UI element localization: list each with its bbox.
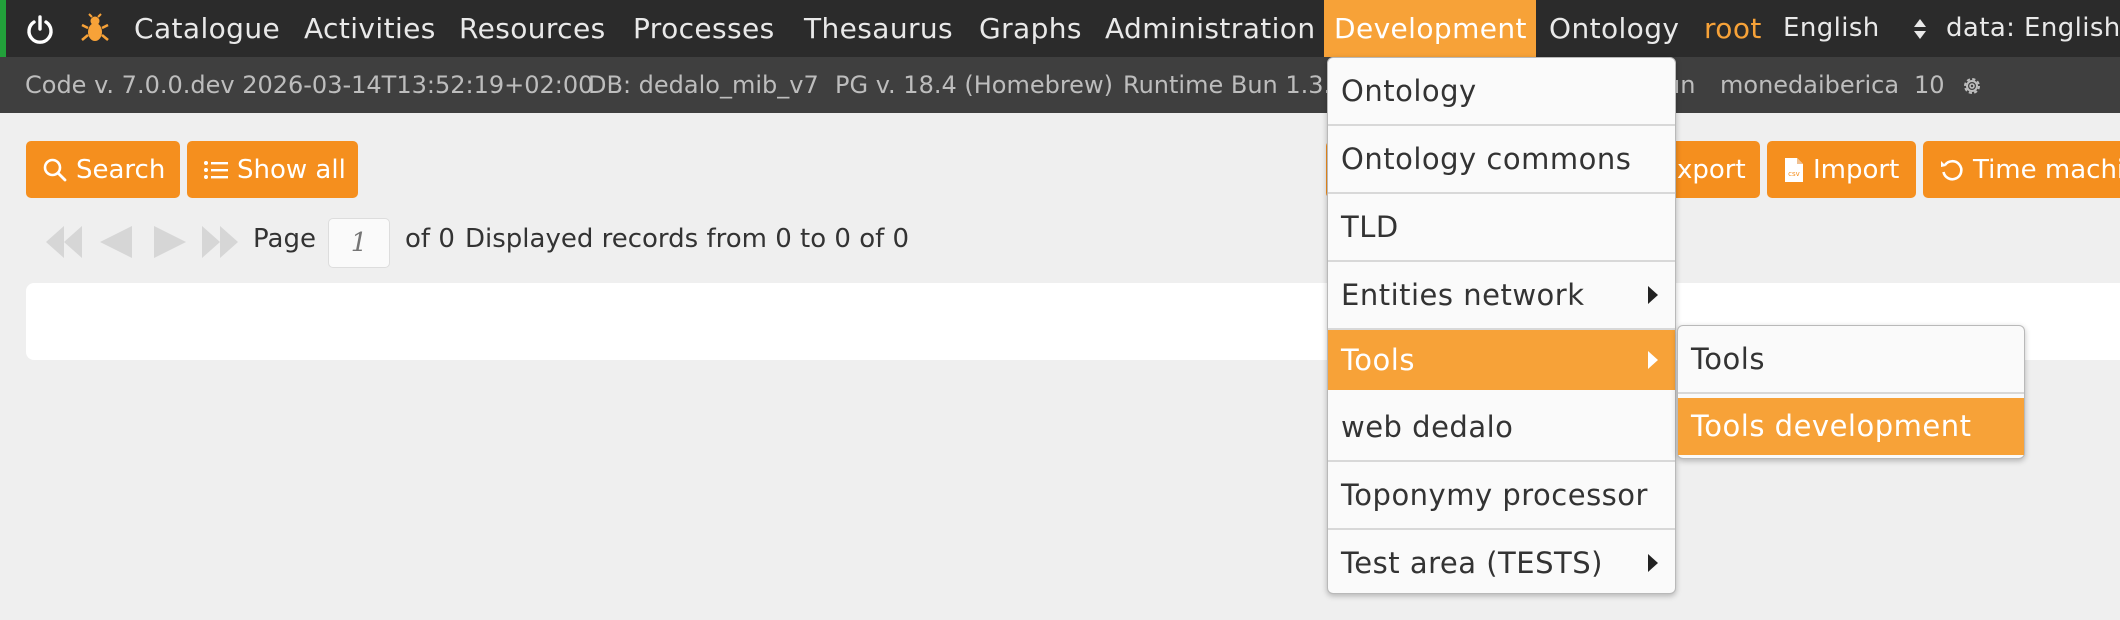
development-dropdown: Ontology Ontology commons TLD Entities n… [1327, 57, 1676, 594]
caret-right-icon [1648, 554, 1658, 572]
search-icon [42, 157, 68, 183]
power-icon[interactable] [24, 13, 56, 45]
submenu-item-tools-development[interactable]: Tools development [1678, 398, 2024, 455]
menu-item-resources[interactable]: Resources [459, 0, 606, 57]
submenu-item-label: Tools development [1691, 409, 1972, 443]
export-button-label: xport [1677, 154, 1746, 185]
gear-icon[interactable] [1958, 72, 1986, 100]
caret-right-icon [1648, 286, 1658, 304]
menu-item-processes[interactable]: Processes [633, 0, 775, 57]
dropdown-item-label: Test area (TESTS) [1341, 546, 1603, 580]
history-icon [1939, 157, 1965, 183]
dropdown-item-test-area[interactable]: Test area (TESTS) [1328, 530, 1675, 596]
user-name[interactable]: root [1704, 0, 1762, 57]
dropdown-item-ontology[interactable]: Ontology [1328, 58, 1675, 124]
import-button-label: Import [1813, 154, 1900, 185]
menu-item-development[interactable]: Development [1324, 0, 1536, 57]
last-page-icon[interactable] [198, 220, 242, 268]
first-page-icon[interactable] [42, 220, 86, 268]
page-total: of 0 [405, 224, 455, 254]
count-value: 10 [1914, 71, 1945, 99]
svg-text:csv: csv [1788, 170, 1800, 178]
list-icon [203, 159, 229, 181]
code-version: Code v. 7.0.0.dev 2026-03-14T13:52:19+02… [25, 71, 594, 99]
menu-item-ontology[interactable]: Ontology [1549, 0, 1679, 57]
time-machine-button-label: Time machi [1973, 154, 2120, 185]
dropdown-item-label: web dedalo [1341, 410, 1514, 444]
pg-version: PG v. 18.4 (Homebrew) [835, 71, 1113, 99]
entity-name: monedaiberica [1720, 71, 1900, 99]
search-button[interactable]: Search [26, 141, 180, 198]
dropdown-item-web-dedalo[interactable]: web dedalo [1328, 394, 1675, 460]
data-language-selector[interactable]: data: English [1946, 0, 2120, 57]
dropdown-item-toponymy-processor[interactable]: Toponymy processor [1328, 462, 1675, 528]
import-button[interactable]: csv Import [1767, 141, 1916, 198]
submenu-item-label: Tools [1691, 342, 1765, 376]
dropdown-item-entities-network[interactable]: Entities network [1328, 262, 1675, 328]
menu-item-administration[interactable]: Administration [1105, 0, 1316, 57]
menu-item-activities[interactable]: Activities [304, 0, 436, 57]
menu-item-thesaurus[interactable]: Thesaurus [804, 0, 953, 57]
search-button-label: Search [76, 154, 166, 185]
db-name: DB: dedalo_mib_v7 [588, 71, 819, 99]
dropdown-item-label: TLD [1341, 210, 1399, 244]
show-all-button[interactable]: Show all [187, 141, 358, 198]
page-label: Page [253, 224, 316, 254]
status-indicator [0, 0, 6, 57]
tools-submenu: Tools Tools development [1677, 325, 2025, 459]
dropdown-item-label: Ontology commons [1341, 142, 1632, 176]
runtime-version: Runtime Bun 1.3.9 [1123, 71, 1347, 99]
menu-item-catalogue[interactable]: Catalogue [134, 0, 280, 57]
dropdown-item-label: Entities network [1341, 278, 1585, 312]
dropdown-item-ontology-commons[interactable]: Ontology commons [1328, 126, 1675, 192]
submenu-divider [1678, 392, 2024, 394]
language-selector[interactable]: English [1783, 0, 1880, 57]
sort-icon[interactable] [1910, 16, 1930, 42]
prev-page-icon[interactable] [96, 220, 136, 268]
page-number-input[interactable] [328, 218, 390, 268]
dropdown-item-label: Ontology [1341, 74, 1477, 108]
menu-item-graphs[interactable]: Graphs [979, 0, 1082, 57]
dropdown-item-label: Tools [1341, 343, 1415, 377]
next-page-icon[interactable] [150, 220, 190, 268]
submenu-item-tools[interactable]: Tools [1678, 326, 2024, 392]
time-machine-button[interactable]: Time machi [1923, 141, 2120, 198]
dropdown-item-label: Toponymy processor [1341, 478, 1648, 512]
show-all-button-label: Show all [237, 154, 346, 185]
caret-right-icon [1648, 351, 1658, 369]
records-summary: Displayed records from 0 to 0 of 0 [465, 224, 910, 254]
dropdown-item-tld[interactable]: TLD [1328, 194, 1675, 260]
csv-file-icon: csv [1783, 157, 1805, 183]
dropdown-item-tools[interactable]: Tools [1328, 330, 1675, 390]
bug-icon[interactable] [78, 12, 112, 46]
